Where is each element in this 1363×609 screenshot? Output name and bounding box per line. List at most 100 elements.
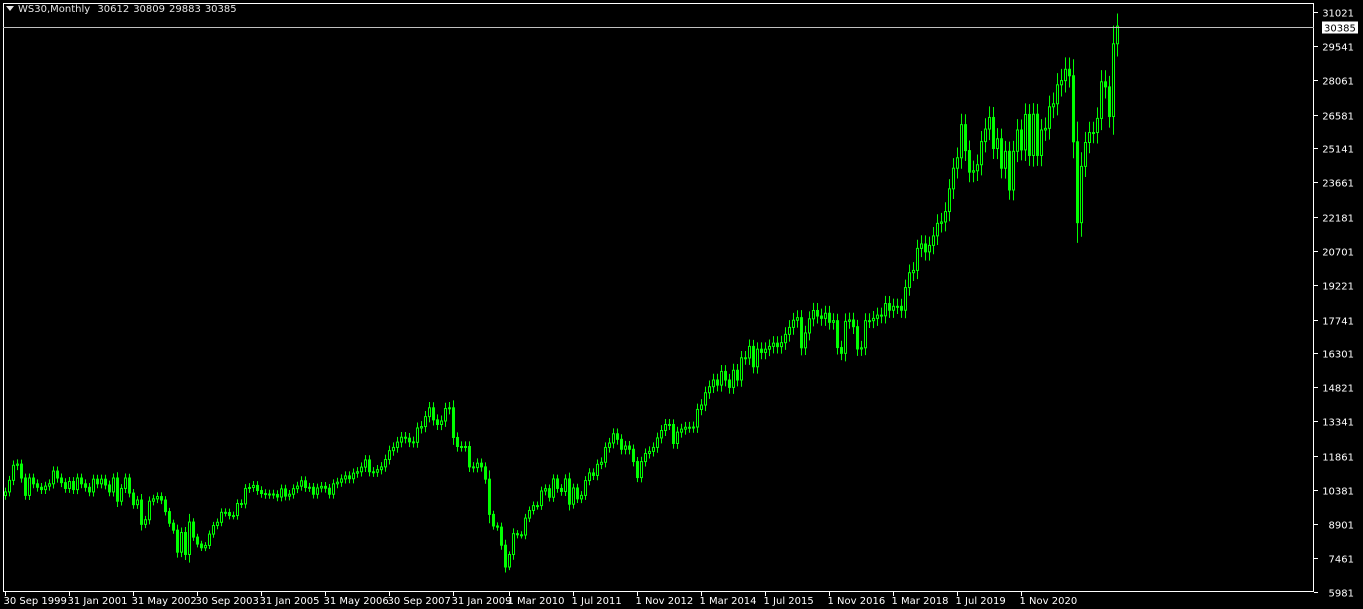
candle-body-bull — [660, 430, 663, 439]
candle-body-bull — [8, 479, 11, 493]
y-tick-label: 14821 — [1322, 384, 1354, 395]
candle-body-bull — [916, 247, 919, 271]
candle-body-bear — [468, 446, 471, 468]
candle-body-bull — [712, 379, 715, 388]
candle-body-bull — [996, 138, 999, 150]
x-tick-label: 31 May 2002 — [132, 596, 197, 607]
candle-body-bull — [596, 463, 599, 476]
x-tick-label: 1 Mar 2018 — [892, 596, 949, 607]
candle-body-bear — [164, 499, 167, 513]
candle-body-bear — [436, 419, 439, 425]
x-tick-label: 1 Nov 2012 — [636, 596, 694, 607]
candle-body-bull — [796, 317, 799, 321]
candle-body-bear — [20, 463, 23, 479]
candle-body-bear — [168, 511, 171, 524]
candle-body-bull — [704, 392, 707, 406]
y-tick-label: 23661 — [1322, 179, 1354, 190]
y-tick-label: 16301 — [1322, 350, 1354, 361]
candle-body-bull — [720, 370, 723, 386]
candle-body-bear — [96, 478, 99, 485]
candle-body-bear — [184, 531, 187, 555]
candle-body-bull — [1064, 68, 1067, 82]
candle-body-bull — [76, 477, 79, 491]
candle-body-bear — [888, 303, 891, 311]
candle-body-bull — [604, 446, 607, 463]
candle-body-bull — [564, 478, 567, 492]
candle-body-bull — [252, 484, 255, 489]
candle-body-bear — [272, 493, 275, 496]
candle-body-bear — [560, 487, 563, 492]
candle-body-bull — [380, 466, 383, 471]
candle-body-bull — [396, 441, 399, 448]
candle-body-bear — [456, 436, 459, 448]
candle-body-bull — [244, 487, 247, 505]
candle-body-bull — [1044, 127, 1047, 131]
price-chart[interactable]: 31021 29541 28061 26581 25141 23661 22181 20701… — [0, 0, 1363, 609]
candle-body-bear — [752, 345, 755, 368]
candle-body-bear — [116, 477, 119, 502]
candle-body-bull — [340, 478, 343, 483]
candle-body-bear — [1072, 75, 1075, 143]
candle-body-bull — [884, 303, 887, 317]
candle-body-bear — [548, 488, 551, 498]
candle-body-bull — [748, 345, 751, 359]
candle-body-bull — [204, 544, 207, 549]
candle-body-bear — [776, 342, 779, 348]
candle-body-bull — [572, 487, 575, 505]
candle-body-bear — [1108, 86, 1111, 118]
candle-body-bull — [656, 437, 659, 448]
candle-body-bull — [952, 167, 955, 190]
candle-body-bull — [544, 488, 547, 492]
candle-body-bear — [324, 485, 327, 489]
candle-body-bear — [172, 522, 175, 531]
candle-body-bull — [1116, 25, 1119, 45]
candle-body-bear — [192, 521, 195, 538]
candle-body-bull — [16, 463, 19, 466]
candle-body-bull — [668, 423, 671, 426]
candle-body-bull — [460, 446, 463, 449]
candle-body-bear — [60, 477, 63, 484]
candle-body-bear — [284, 488, 287, 497]
candle-body-bear — [1036, 113, 1039, 156]
candle-body-bull — [824, 312, 827, 319]
candle-body-bull — [48, 483, 51, 487]
y-tick-label: 20701 — [1322, 248, 1354, 259]
current-price-label: 30385 — [1324, 24, 1356, 35]
candle-body-bull — [416, 427, 419, 443]
candle-body-bull — [944, 211, 947, 223]
candle-body-bear — [968, 150, 971, 173]
candle-body-bear — [84, 483, 87, 488]
x-tick-label: 30 Sep 2007 — [388, 596, 451, 607]
candle-body-bull — [320, 485, 323, 489]
candle-body-bull — [912, 269, 915, 274]
candle-body-bull — [476, 462, 479, 469]
candle-body-bull — [68, 480, 71, 489]
candle-body-bull — [220, 511, 223, 523]
candle-body-bull — [872, 317, 875, 322]
candle-body-bear — [492, 513, 495, 527]
candle-body-bull — [780, 342, 783, 348]
candle-body-bear — [196, 536, 199, 545]
candle-body-bull — [528, 509, 531, 519]
candle-body-bear — [728, 379, 731, 388]
candle-body-bull — [1100, 81, 1103, 119]
candle-body-bear — [256, 484, 259, 492]
y-tick-label: 13341 — [1322, 418, 1354, 429]
x-tick-label: 1 Mar 2014 — [700, 596, 757, 607]
y-tick-label: 31021 — [1322, 9, 1354, 20]
candle-body-bull — [364, 459, 367, 468]
candle-body-bear — [200, 543, 203, 549]
candle-body-bull — [740, 357, 743, 381]
candle-body-bull — [756, 348, 759, 368]
candle-body-bull — [356, 471, 359, 474]
candle-body-bear — [516, 533, 519, 536]
x-tick-label: 30 Sep 1999 — [4, 596, 67, 607]
candle-body-bull — [652, 446, 655, 452]
candle-body-bear — [800, 317, 803, 349]
candle-body-bear — [32, 477, 35, 485]
candle-body-bull — [1112, 43, 1115, 118]
candle-body-bear — [312, 486, 315, 495]
candle-body-bull — [832, 320, 835, 323]
candle-body-bear — [620, 438, 623, 450]
candle-body-bear — [1028, 113, 1031, 156]
